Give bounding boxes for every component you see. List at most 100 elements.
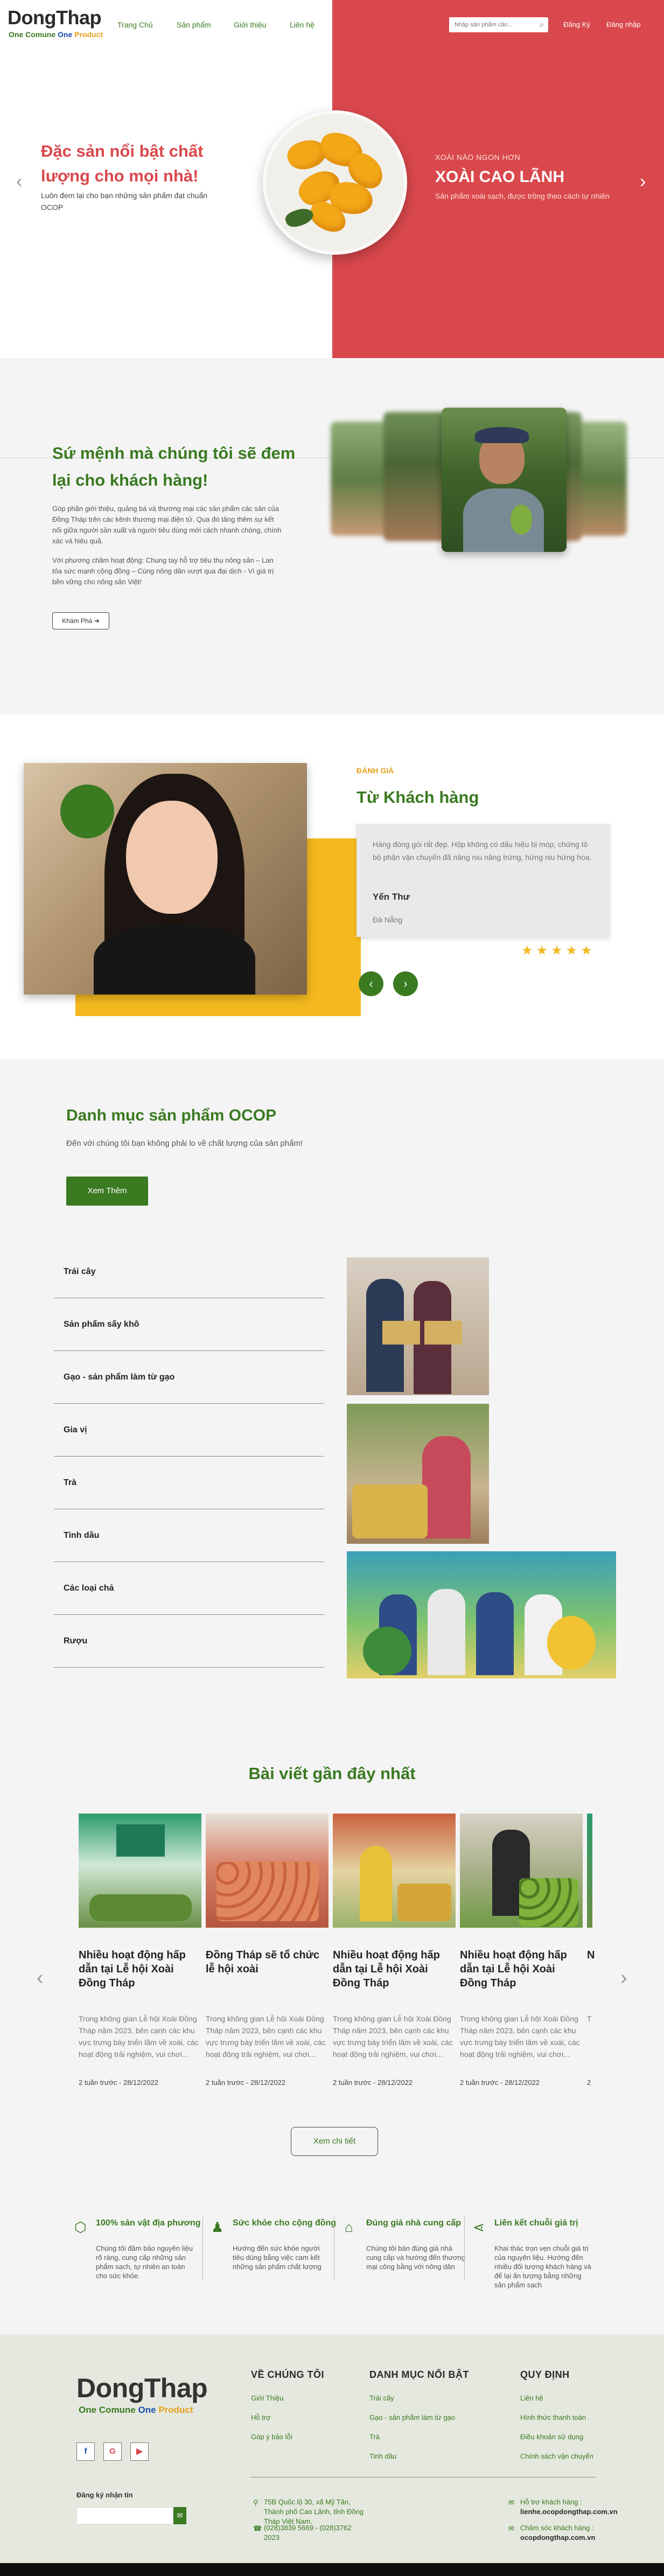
search-icon[interactable]: ⌕	[540, 20, 544, 29]
post-excerpt: Trong không gian Lễ hội Xoài Đồng Tháp n…	[333, 2014, 453, 2059]
footer-slogan: One Comune One Product	[79, 2405, 193, 2416]
category-item[interactable]: Trái cây	[54, 1245, 324, 1298]
footer-link[interactable]: Tinh dầu	[369, 2452, 396, 2460]
footer-link[interactable]: Hình thức thanh toán	[520, 2413, 586, 2421]
footer-link[interactable]: Giới Thiệu	[251, 2394, 283, 2402]
share-icon: ⋖	[473, 2219, 485, 2235]
testimonial-section: ĐÁNH GIÁ Từ Khách hàng Hàng đóng gói rất…	[0, 715, 664, 1059]
footer: DongThap One Comune One Product f G ▶ Đă…	[0, 2335, 664, 2563]
mission-paragraph-1: Góp phần giới thiệu, quảng bá và thương …	[52, 505, 282, 545]
explore-button[interactable]: Khám Phá ➜	[52, 612, 109, 629]
post-card-partial[interactable]: N T 2	[587, 1814, 641, 2094]
mango-prop	[363, 1627, 411, 1675]
feature-desc: Hướng đến sức khỏe người tiêu dùng bằng …	[233, 2244, 321, 2271]
support-icon: ✉	[508, 2498, 514, 2507]
posts-section: Bài viết gần đây nhất ‹ › Nhiều hoạt độn…	[0, 1728, 664, 2173]
category-item[interactable]: Tinh dầu	[54, 1509, 324, 1562]
nav-about[interactable]: Giới thiệu	[234, 20, 267, 29]
subscribe-button[interactable]: ✉	[173, 2507, 186, 2524]
footer-link[interactable]: Trà	[369, 2433, 380, 2441]
feature-title: 100% sản vật địa phương	[96, 2218, 201, 2228]
support-email[interactable]: lienhe.ocopdongthap.com.vn	[520, 2508, 618, 2516]
see-more-button[interactable]: Xem Thêm	[66, 1177, 148, 1206]
box-icon: ⬡	[74, 2219, 87, 2235]
footer-link[interactable]: Hỗ trợ	[251, 2413, 271, 2421]
search-input[interactable]	[449, 17, 530, 32]
google-icon[interactable]: G	[103, 2442, 122, 2461]
testimonial-next-button[interactable]: ›	[393, 971, 418, 996]
slogan-part-1: One Comune	[79, 2405, 136, 2415]
post-title[interactable]: Nhiều hoạt động hấp dẫn tại Lễ hội Xoài …	[460, 1948, 583, 1990]
view-details-button[interactable]: Xem chi tiết	[291, 2127, 378, 2156]
bottom-bar	[0, 2563, 664, 2576]
fruit-display	[397, 1884, 451, 1921]
post-title[interactable]: N	[587, 1948, 598, 1962]
post-title[interactable]: Nhiều hoạt động hấp dẫn tại Lễ hội Xoài …	[333, 1948, 456, 1990]
shirt	[94, 925, 255, 995]
footer-heading-policy: QUY ĐỊNH	[520, 2369, 570, 2380]
post-excerpt: Trong không gian Lễ hội Xoài Đồng Tháp n…	[206, 2014, 326, 2059]
posts-title: Bài viết gần đây nhất	[248, 1764, 416, 1783]
category-photo-3	[347, 1551, 616, 1678]
subscribe-email-input[interactable]	[76, 2507, 173, 2524]
nav-home[interactable]: Trang Chủ	[117, 20, 153, 29]
post-meta: 2 tuần trước - 28/12/2022	[79, 2078, 159, 2087]
footer-link[interactable]: Điều khoản sử dụng	[520, 2433, 583, 2441]
testimonial-prev-button[interactable]: ‹	[359, 971, 383, 996]
footer-link[interactable]: Gạo - sản phẩm làm từ gạo	[369, 2413, 455, 2421]
nav-products[interactable]: Sản phẩm	[177, 20, 211, 29]
hero-section: DongThap One Comune One Product Trang Ch…	[0, 0, 664, 358]
farmer-cap	[475, 427, 529, 443]
mission-photo-main	[442, 408, 567, 552]
posts-prev-arrow-icon[interactable]: ‹	[37, 1966, 44, 1990]
care-icon: ✉	[508, 2524, 514, 2532]
category-photo-1	[347, 1257, 489, 1395]
category-item[interactable]: Rượu	[54, 1615, 324, 1668]
logo[interactable]: DongThap	[8, 6, 101, 29]
slogan-part-3: Product	[158, 2405, 193, 2415]
category-item[interactable]: Gạo - sản phẩm làm từ gạo	[54, 1351, 324, 1404]
nav-contact[interactable]: Liên hệ	[290, 20, 314, 29]
logo-slogan: One Comune One Product	[9, 30, 103, 39]
hero-product-desc: Sản phẩm xoài sạch, được trồng theo cách…	[435, 192, 610, 200]
youtube-icon[interactable]: ▶	[130, 2442, 149, 2461]
footer-link[interactable]: Liên hệ	[520, 2394, 543, 2402]
post-excerpt: Trong không gian Lễ hội Xoài Đồng Tháp n…	[460, 2014, 580, 2059]
category-label: Sản phẩm sấy khô	[64, 1320, 139, 1329]
categories-title: Danh mục sản phẩm OCOP	[66, 1107, 277, 1124]
categories-description: Đến với chúng tôi bạn không phải lo về c…	[66, 1139, 303, 1148]
footer-link[interactable]: Góp ý bảo lỗi	[251, 2433, 292, 2441]
post-thumbnail	[333, 1814, 456, 1928]
category-item[interactable]: Sản phẩm sấy khô	[54, 1298, 324, 1351]
login-link[interactable]: Đăng nhập	[606, 20, 641, 29]
footer-care: Chăm sóc khách hàng : ocopdongthap.com.v…	[520, 2523, 628, 2543]
decor-circle	[60, 785, 114, 838]
feature-title: Liên kết chuỗi giá trị	[494, 2218, 578, 2228]
feature-desc: Chúng tôi đảm bảo nguyên liệu rõ ràng, c…	[96, 2244, 193, 2280]
post-excerpt: T	[587, 2014, 592, 2023]
register-link[interactable]: Đăng Ký	[563, 20, 590, 29]
footer-logo[interactable]: DongThap	[76, 2372, 208, 2404]
hero-prev-arrow-icon[interactable]: ‹	[16, 171, 22, 192]
category-item[interactable]: Trà	[54, 1457, 324, 1509]
facebook-icon[interactable]: f	[76, 2442, 95, 2461]
explore-button-label: Khám Phá	[62, 617, 93, 625]
care-label: Chăm sóc khách hàng :	[520, 2524, 594, 2532]
hero-next-arrow-icon[interactable]: ›	[640, 171, 646, 192]
footer-address: 75B Quốc lộ 30, xã Mỹ Tân, Thành phố Cao…	[264, 2498, 364, 2525]
footer-phone[interactable]: (028)3839 5669 - (028)3762 2023	[264, 2523, 366, 2543]
post-meta: 2	[587, 2078, 591, 2087]
slogan-part-3: Product	[74, 30, 103, 39]
certificate	[424, 1321, 462, 1345]
page: DongThap One Comune One Product Trang Ch…	[0, 0, 664, 2576]
category-label: Các loại chả	[64, 1584, 114, 1593]
category-item[interactable]: Các loại chả	[54, 1562, 324, 1615]
footer-link[interactable]: Trái cây	[369, 2394, 394, 2402]
category-item[interactable]: Gia vị	[54, 1404, 324, 1457]
footer-support: Hỗ trợ khách hàng : lienhe.ocopdongthap.…	[520, 2497, 628, 2517]
footer-link[interactable]: Chính sách vận chuyển	[520, 2452, 593, 2460]
post-title[interactable]: Nhiều hoạt động hấp dẫn tại Lễ hội Xoài …	[79, 1948, 201, 1990]
care-email[interactable]: ocopdongthap.com.vn	[520, 2533, 595, 2542]
post-title[interactable]: Đồng Tháp sẽ tổ chức lễ hội xoài	[206, 1948, 328, 1976]
categories-section: Danh mục sản phẩm OCOP Đến với chúng tôi…	[0, 1059, 664, 1728]
